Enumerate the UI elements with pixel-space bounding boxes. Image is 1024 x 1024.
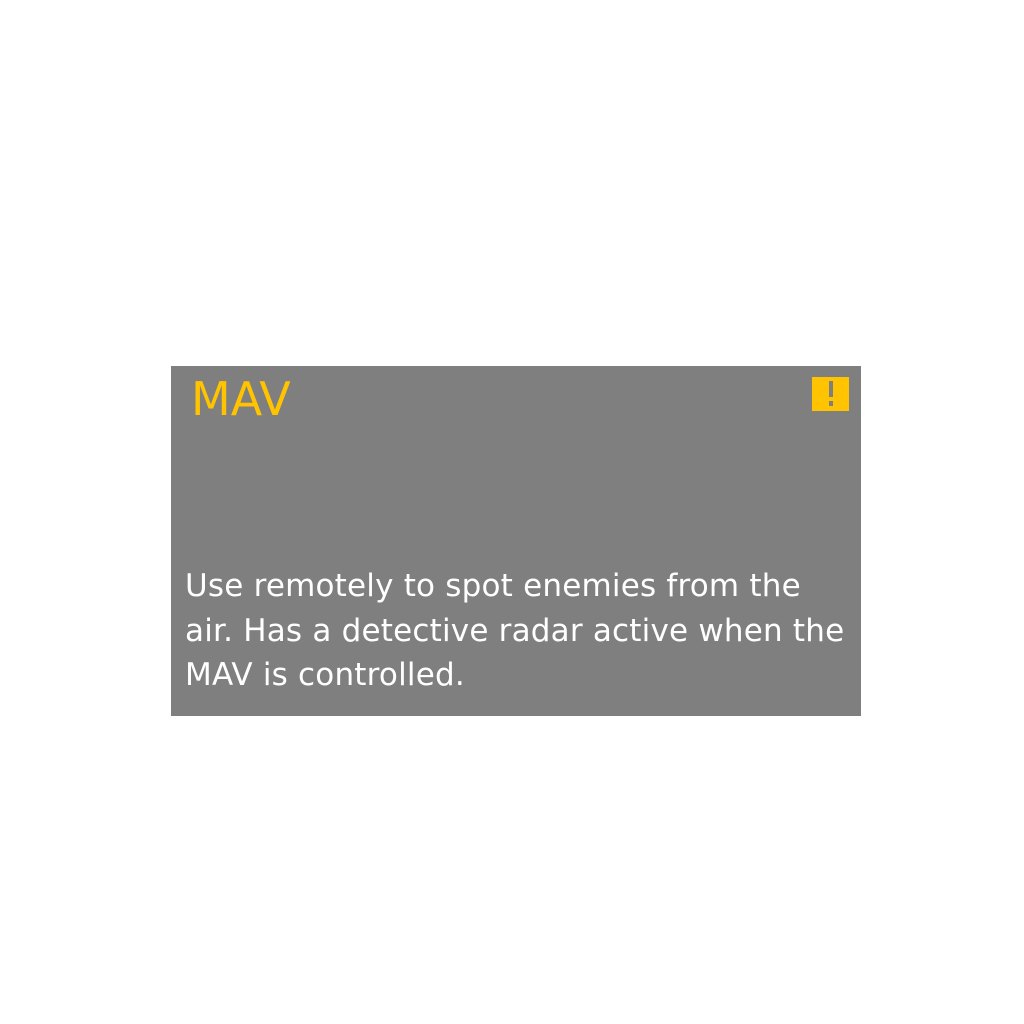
item-description: Use remotely to spot enemies from the ai… (185, 568, 845, 693)
item-title: MAV (191, 372, 291, 426)
exclamation-icon (812, 377, 849, 411)
item-info-card: MAV Use remotely to spot enemies from th… (171, 366, 861, 716)
